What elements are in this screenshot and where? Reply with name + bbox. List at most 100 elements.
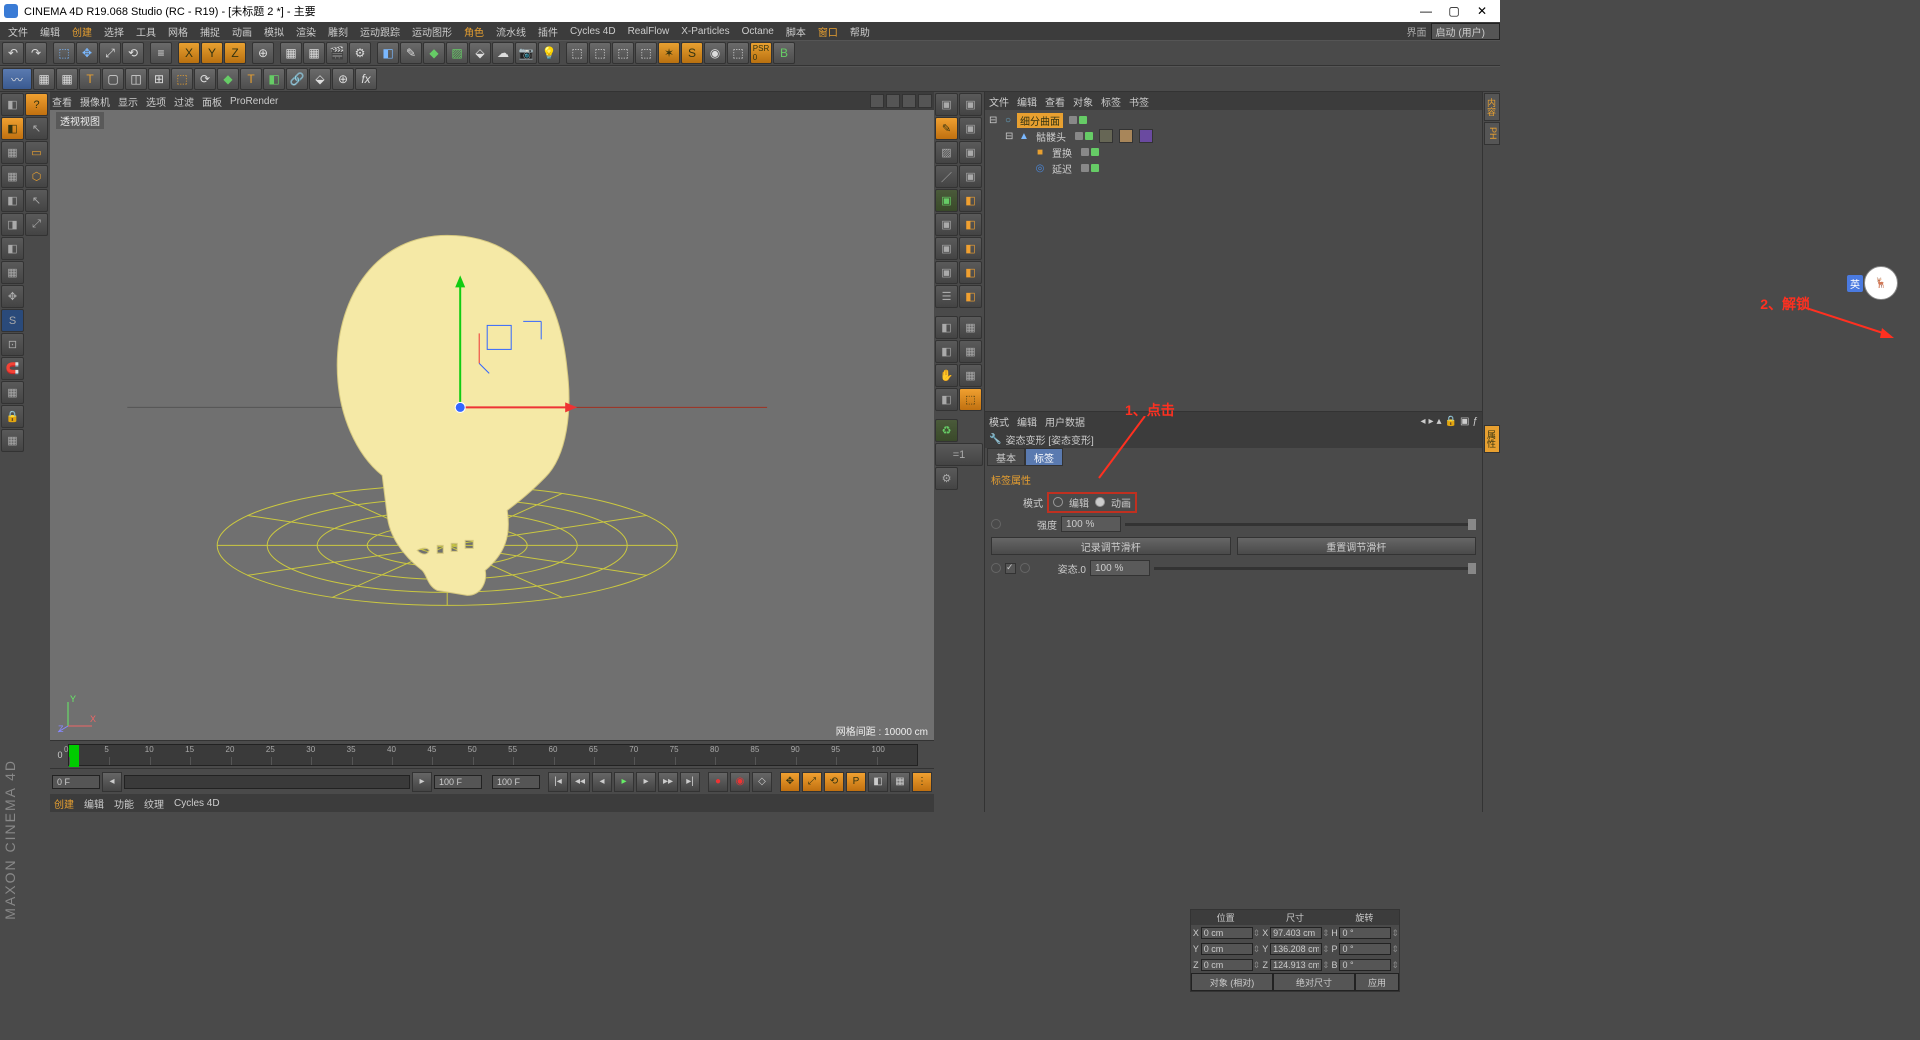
rtool-12-icon[interactable]: ▣ bbox=[935, 261, 958, 284]
tool-2-icon[interactable]: ⬚ bbox=[589, 42, 611, 64]
lock-icon[interactable]: 🔒 bbox=[1, 405, 24, 428]
am-tab-basic[interactable]: 基本 bbox=[987, 448, 1025, 466]
side-tab-3[interactable]: 属性 bbox=[1484, 425, 1500, 453]
mat-tab-create[interactable]: 创建 bbox=[54, 796, 74, 811]
pose-enable-checkbox[interactable] bbox=[1005, 563, 1016, 574]
rect-select-icon[interactable]: ▭ bbox=[25, 141, 48, 164]
workplane-icon[interactable]: ▦ bbox=[1, 165, 24, 188]
rtool-9-icon[interactable]: ◧ bbox=[959, 213, 982, 236]
cube-prim-icon[interactable]: ◧ bbox=[263, 68, 285, 90]
am-tab-tag[interactable]: 标签 bbox=[1025, 448, 1063, 466]
am-func-icon[interactable]: ƒ bbox=[1472, 416, 1478, 427]
edge-mode-icon[interactable]: ◨ bbox=[1, 213, 24, 236]
next-frame-icon[interactable]: ▸ bbox=[636, 772, 656, 792]
coord-pos-X[interactable] bbox=[1201, 927, 1253, 939]
point-mode-icon[interactable]: ◧ bbox=[1, 189, 24, 212]
nurbs-icon[interactable]: ◆ bbox=[423, 42, 445, 64]
vp-menu-display[interactable]: 显示 bbox=[118, 94, 138, 109]
deformer-icon[interactable]: ⬙ bbox=[469, 42, 491, 64]
tweak-icon[interactable]: ▦ bbox=[1, 261, 24, 284]
minimize-button[interactable]: — bbox=[1412, 4, 1440, 18]
rtool-brush-icon[interactable]: ✎ bbox=[935, 117, 958, 140]
rtool-5-icon[interactable]: ▣ bbox=[959, 141, 982, 164]
lock-z-icon[interactable]: Z bbox=[224, 42, 246, 64]
timeline-range-slider[interactable] bbox=[124, 775, 410, 789]
render-region-icon[interactable]: ▦ bbox=[303, 42, 325, 64]
rtool-8-icon[interactable]: ▣ bbox=[935, 213, 958, 236]
menu-pipeline[interactable]: 流水线 bbox=[490, 24, 532, 39]
rtool-3-icon[interactable]: ▣ bbox=[959, 117, 982, 140]
menu-file[interactable]: 文件 bbox=[2, 24, 34, 39]
single-view-icon[interactable]: ▢ bbox=[102, 68, 124, 90]
rtool-eq1-icon[interactable]: =1 bbox=[935, 443, 983, 466]
vp-menu-prorender[interactable]: ProRender bbox=[230, 96, 278, 107]
timeline-end-field[interactable] bbox=[434, 775, 482, 789]
center-icon[interactable]: ⊕ bbox=[332, 68, 354, 90]
am-strength-field[interactable] bbox=[1061, 516, 1121, 532]
vp-menu-camera[interactable]: 摄像机 bbox=[80, 94, 110, 109]
pen-icon[interactable]: ✎ bbox=[400, 42, 422, 64]
rtool-21-icon[interactable]: ⬚ bbox=[959, 388, 982, 411]
am-nav-fwd-icon[interactable]: ▸ bbox=[1428, 416, 1433, 427]
vp-menu-options[interactable]: 选项 bbox=[146, 94, 166, 109]
am-menu-mode[interactable]: 模式 bbox=[989, 414, 1009, 429]
object-label[interactable]: 置换 bbox=[1049, 145, 1075, 160]
side-tab-1[interactable]: 内容 bbox=[1484, 93, 1500, 121]
tree-row[interactable]: ◎延迟 bbox=[989, 160, 1478, 176]
help-icon[interactable]: ? bbox=[25, 93, 48, 116]
timeline-track[interactable]: 0510152025303540455055606570758085909510… bbox=[68, 744, 918, 766]
am-pose-field[interactable] bbox=[1090, 560, 1150, 576]
coord-mode-select[interactable]: 对象 (相对) bbox=[1191, 973, 1273, 991]
rtool-19-icon[interactable]: ▦ bbox=[959, 364, 982, 387]
scale-icon[interactable]: ⤢ bbox=[25, 213, 48, 236]
timeline-fps-field[interactable] bbox=[492, 775, 540, 789]
ime-badge[interactable]: 英 🦌 bbox=[1864, 266, 1898, 300]
menu-create[interactable]: 创建 bbox=[66, 24, 98, 39]
menu-tools[interactable]: 工具 bbox=[130, 24, 162, 39]
strength-key-icon[interactable] bbox=[991, 519, 1001, 529]
phong-tag-icon[interactable] bbox=[1099, 129, 1113, 143]
rtool-14-icon[interactable]: ◧ bbox=[959, 285, 982, 308]
sds-icon[interactable]: ◆ bbox=[217, 68, 239, 90]
am-newwin-icon[interactable]: ▣ bbox=[1460, 416, 1469, 427]
autokey-icon[interactable]: ◉ bbox=[730, 772, 750, 792]
rtool-20-icon[interactable]: ◧ bbox=[935, 388, 958, 411]
vp-nav-pan-icon[interactable] bbox=[870, 94, 884, 108]
key-r-icon[interactable]: ⟲ bbox=[824, 772, 844, 792]
range-start-icon[interactable]: ◂ bbox=[102, 772, 122, 792]
rtool-2-icon[interactable]: ▣ bbox=[959, 93, 982, 116]
am-nav-back-icon[interactable]: ◂ bbox=[1420, 416, 1425, 427]
reset-sliders-button[interactable]: 重置调节滑杆 bbox=[1237, 537, 1477, 555]
rtool-recycle-icon[interactable]: ♻ bbox=[935, 419, 958, 442]
lock-y-icon[interactable]: Y bbox=[201, 42, 223, 64]
key-s-icon[interactable]: ⤢ bbox=[802, 772, 822, 792]
radio-edit[interactable] bbox=[1053, 497, 1063, 507]
viewport-solo-icon[interactable]: ⊡ bbox=[1, 333, 24, 356]
object-tree[interactable]: ⊟○细分曲面⊟▲骷髅头■置换◎延迟 bbox=[985, 110, 1482, 411]
layout-select[interactable]: 启动 (用户) bbox=[1431, 23, 1500, 40]
menu-help[interactable]: 帮助 bbox=[844, 24, 876, 39]
grid-2-icon[interactable]: ▦ bbox=[56, 68, 78, 90]
tree-row[interactable]: ■置换 bbox=[989, 144, 1478, 160]
tool-4-icon[interactable]: ⬚ bbox=[635, 42, 657, 64]
snap-icon[interactable]: 🧲 bbox=[1, 357, 24, 380]
vp-nav-zoom-icon[interactable] bbox=[886, 94, 900, 108]
coord-pos-Z[interactable] bbox=[1201, 959, 1253, 971]
goto-end-icon[interactable]: ▸| bbox=[680, 772, 700, 792]
keyopt-icon[interactable]: ◇ bbox=[752, 772, 772, 792]
vp-nav-max-icon[interactable] bbox=[918, 94, 932, 108]
panel-1-icon[interactable]: ◫ bbox=[125, 68, 147, 90]
tool-7-icon[interactable]: ◉ bbox=[704, 42, 726, 64]
rtool-6-icon[interactable]: ▣ bbox=[959, 165, 982, 188]
coord-system-icon[interactable]: ⊕ bbox=[252, 42, 274, 64]
fx-icon[interactable]: fx bbox=[355, 68, 377, 90]
side-tab-2[interactable]: PH bbox=[1484, 122, 1500, 145]
range-end-icon[interactable]: ▸ bbox=[412, 772, 432, 792]
rtool-hand-icon[interactable]: ✋ bbox=[935, 364, 958, 387]
cloner-icon[interactable]: ⬚ bbox=[171, 68, 193, 90]
rtool-1-icon[interactable]: ▣ bbox=[935, 93, 958, 116]
object-label[interactable]: 延迟 bbox=[1049, 161, 1075, 176]
rtool-18-icon[interactable]: ▦ bbox=[959, 340, 982, 363]
axis-icon[interactable]: ✥ bbox=[1, 285, 24, 308]
viewport-3d[interactable]: 透视视图 bbox=[50, 110, 934, 740]
